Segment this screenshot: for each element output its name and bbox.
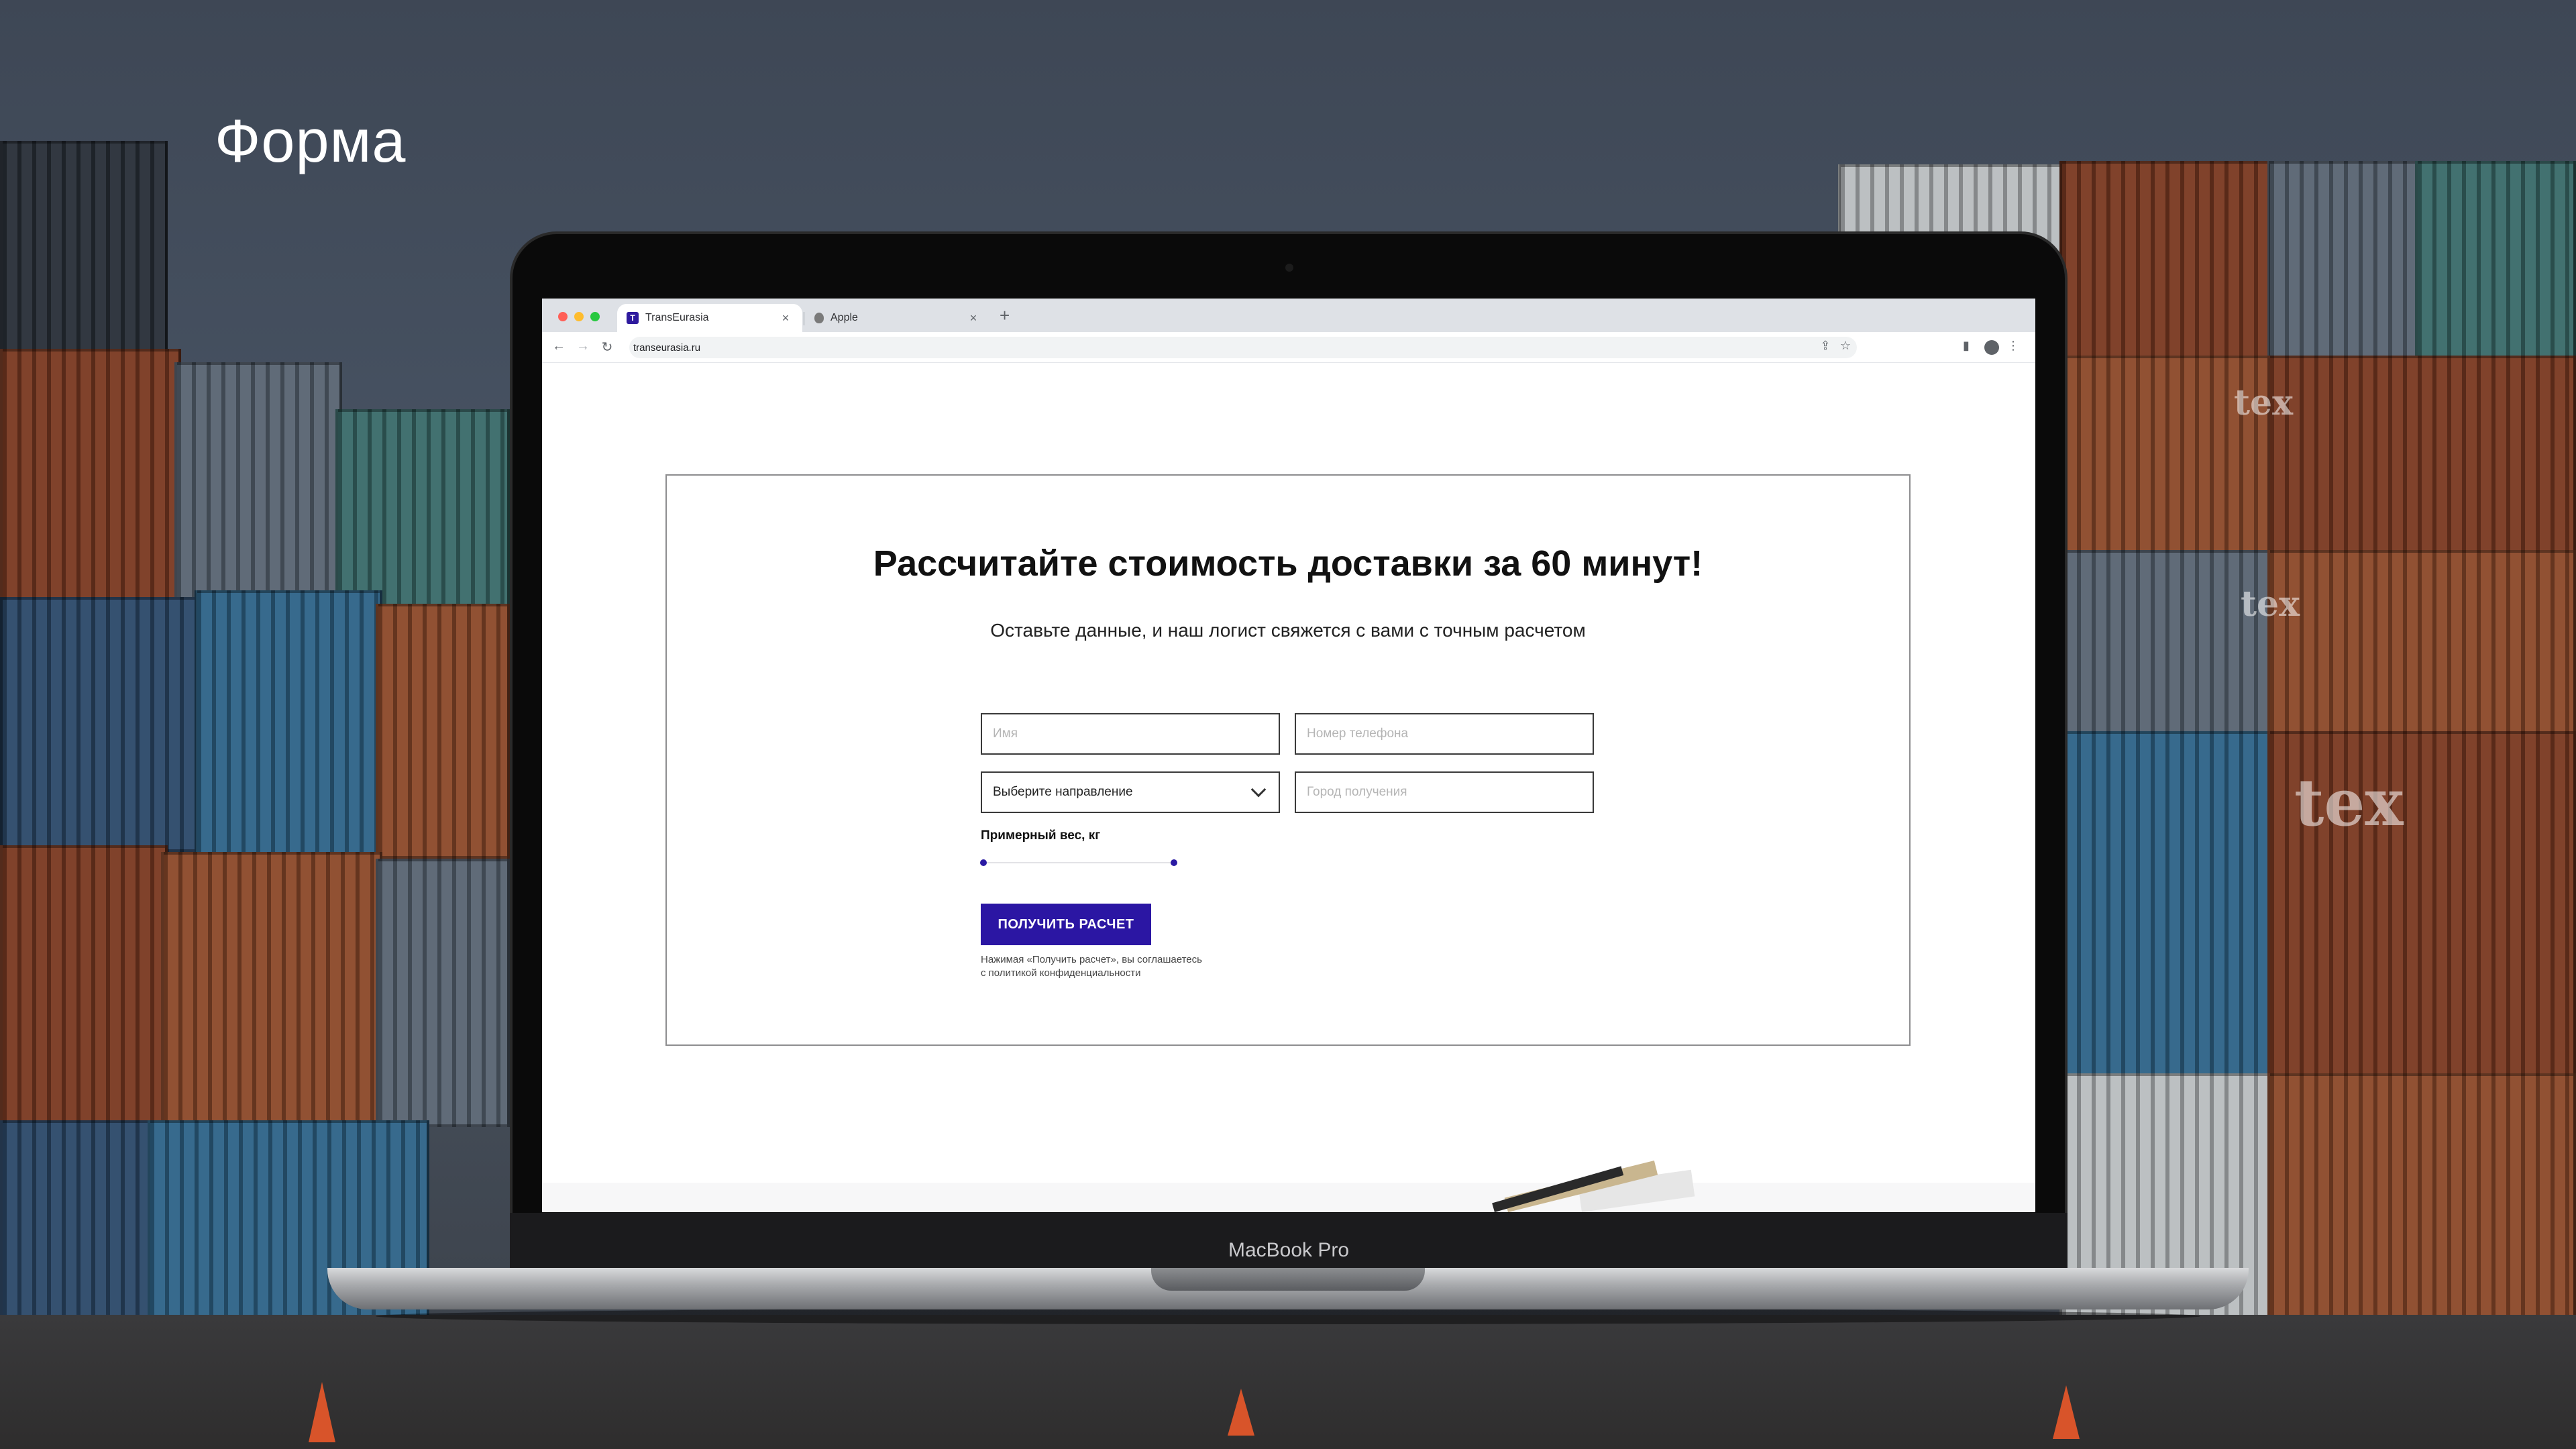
page-bottom-section <box>542 1183 2035 1212</box>
container <box>2059 550 2274 738</box>
container <box>0 845 168 1127</box>
zoom-window-button[interactable] <box>590 312 600 321</box>
traffic-cone <box>2053 1385 2080 1439</box>
container <box>2267 550 2576 738</box>
container <box>335 409 510 610</box>
container <box>174 362 342 604</box>
laptop-shadow <box>376 1308 2200 1324</box>
share-icon[interactable]: ⇪ <box>1817 339 1834 353</box>
reload-icon[interactable]: ↻ <box>598 339 616 356</box>
container <box>2415 161 2576 369</box>
weight-range-slider[interactable] <box>980 859 1177 866</box>
traffic-cone <box>1228 1389 1254 1436</box>
privacy-consent-text: Нажимая «Получить расчет», вы соглашаете… <box>981 953 1249 980</box>
container <box>161 852 382 1127</box>
consent-line: с политикой конфиденциальности <box>981 967 1141 979</box>
container <box>0 141 168 362</box>
forward-arrow-icon[interactable]: → <box>574 339 592 354</box>
close-tab-icon[interactable]: × <box>966 311 981 325</box>
weight-label: Примерный вес, кг <box>981 828 1101 843</box>
container-logo: tex <box>2234 382 2294 423</box>
traffic-cone <box>309 1382 335 1442</box>
address-bar[interactable]: transeurasia.ru <box>629 337 1857 358</box>
new-tab-button[interactable]: + <box>1000 305 1010 326</box>
ground <box>0 1315 2576 1449</box>
container <box>2267 356 2576 557</box>
form-subtitle: Оставьте данные, и наш логист свяжется с… <box>990 620 1586 641</box>
window-controls <box>558 312 600 321</box>
apple-icon <box>814 313 824 323</box>
minimize-window-button[interactable] <box>574 312 584 321</box>
container <box>376 604 510 859</box>
container <box>376 859 510 1127</box>
slide-heading: Форма <box>215 108 407 175</box>
hero-decor-image <box>1481 1152 1695 1212</box>
browser-toolbar: ← → ↻ transeurasia.ru ⇪ ☆ ▮ ⋮ <box>542 332 2035 363</box>
delivery-form-card: Рассчитайте стоимость доставки за 60 мин… <box>665 474 1911 1046</box>
laptop-brand: MacBook Pro <box>1228 1239 1350 1261</box>
weight-max-handle[interactable] <box>1171 859 1177 866</box>
laptop-screen: T TransEurasia × Apple × + ← → ↻ transeu… <box>542 299 2035 1212</box>
tab-title: Apple <box>830 312 858 323</box>
weight-min-handle[interactable] <box>980 859 987 866</box>
tab-apple[interactable]: Apple × <box>805 304 990 332</box>
close-window-button[interactable] <box>558 312 568 321</box>
container-logo: tex <box>2294 765 2404 841</box>
chevron-down-icon <box>1250 782 1267 798</box>
kebab-menu-icon[interactable]: ⋮ <box>2004 339 2022 353</box>
name-input[interactable] <box>981 713 1280 755</box>
form-title: Рассчитайте стоимость доставки за 60 мин… <box>873 543 1703 584</box>
direction-select[interactable]: Выберите направление <box>981 771 1280 813</box>
close-tab-icon[interactable]: × <box>778 311 793 325</box>
url-text: transeurasia.ru <box>633 341 701 354</box>
tab-title: TransEurasia <box>645 312 709 323</box>
browser-tab-bar: T TransEurasia × Apple × + <box>542 299 2035 332</box>
back-arrow-icon[interactable]: ← <box>550 339 568 354</box>
transeurasia-favicon-icon: T <box>627 312 639 324</box>
side-panel-icon[interactable]: ▮ <box>1957 339 1975 353</box>
tab-transeurasia[interactable]: T TransEurasia × <box>617 304 802 332</box>
container <box>2059 161 2274 369</box>
container <box>2267 161 2422 369</box>
web-page: Рассчитайте стоимость доставки за 60 мин… <box>542 363 2035 1212</box>
consent-line: Нажимая «Получить расчет», вы соглашаете… <box>981 954 1202 965</box>
direction-select-value: Выберите направление <box>993 785 1133 799</box>
container-logo: tex <box>2241 584 2300 625</box>
camera-icon <box>1285 264 1293 272</box>
container <box>0 597 201 852</box>
container <box>195 590 382 859</box>
bookmark-star-icon[interactable]: ☆ <box>1837 339 1854 353</box>
phone-input[interactable] <box>1295 713 1594 755</box>
container <box>2267 1073 2576 1355</box>
container <box>0 349 181 604</box>
city-input[interactable] <box>1295 771 1594 813</box>
weight-range-fill <box>983 862 1174 863</box>
laptop-notch <box>1151 1268 1425 1291</box>
get-quote-button[interactable]: ПОЛУЧИТЬ РАСЧЕТ <box>981 904 1151 945</box>
container <box>2059 731 2274 1080</box>
profile-avatar-icon[interactable] <box>1984 340 1999 355</box>
